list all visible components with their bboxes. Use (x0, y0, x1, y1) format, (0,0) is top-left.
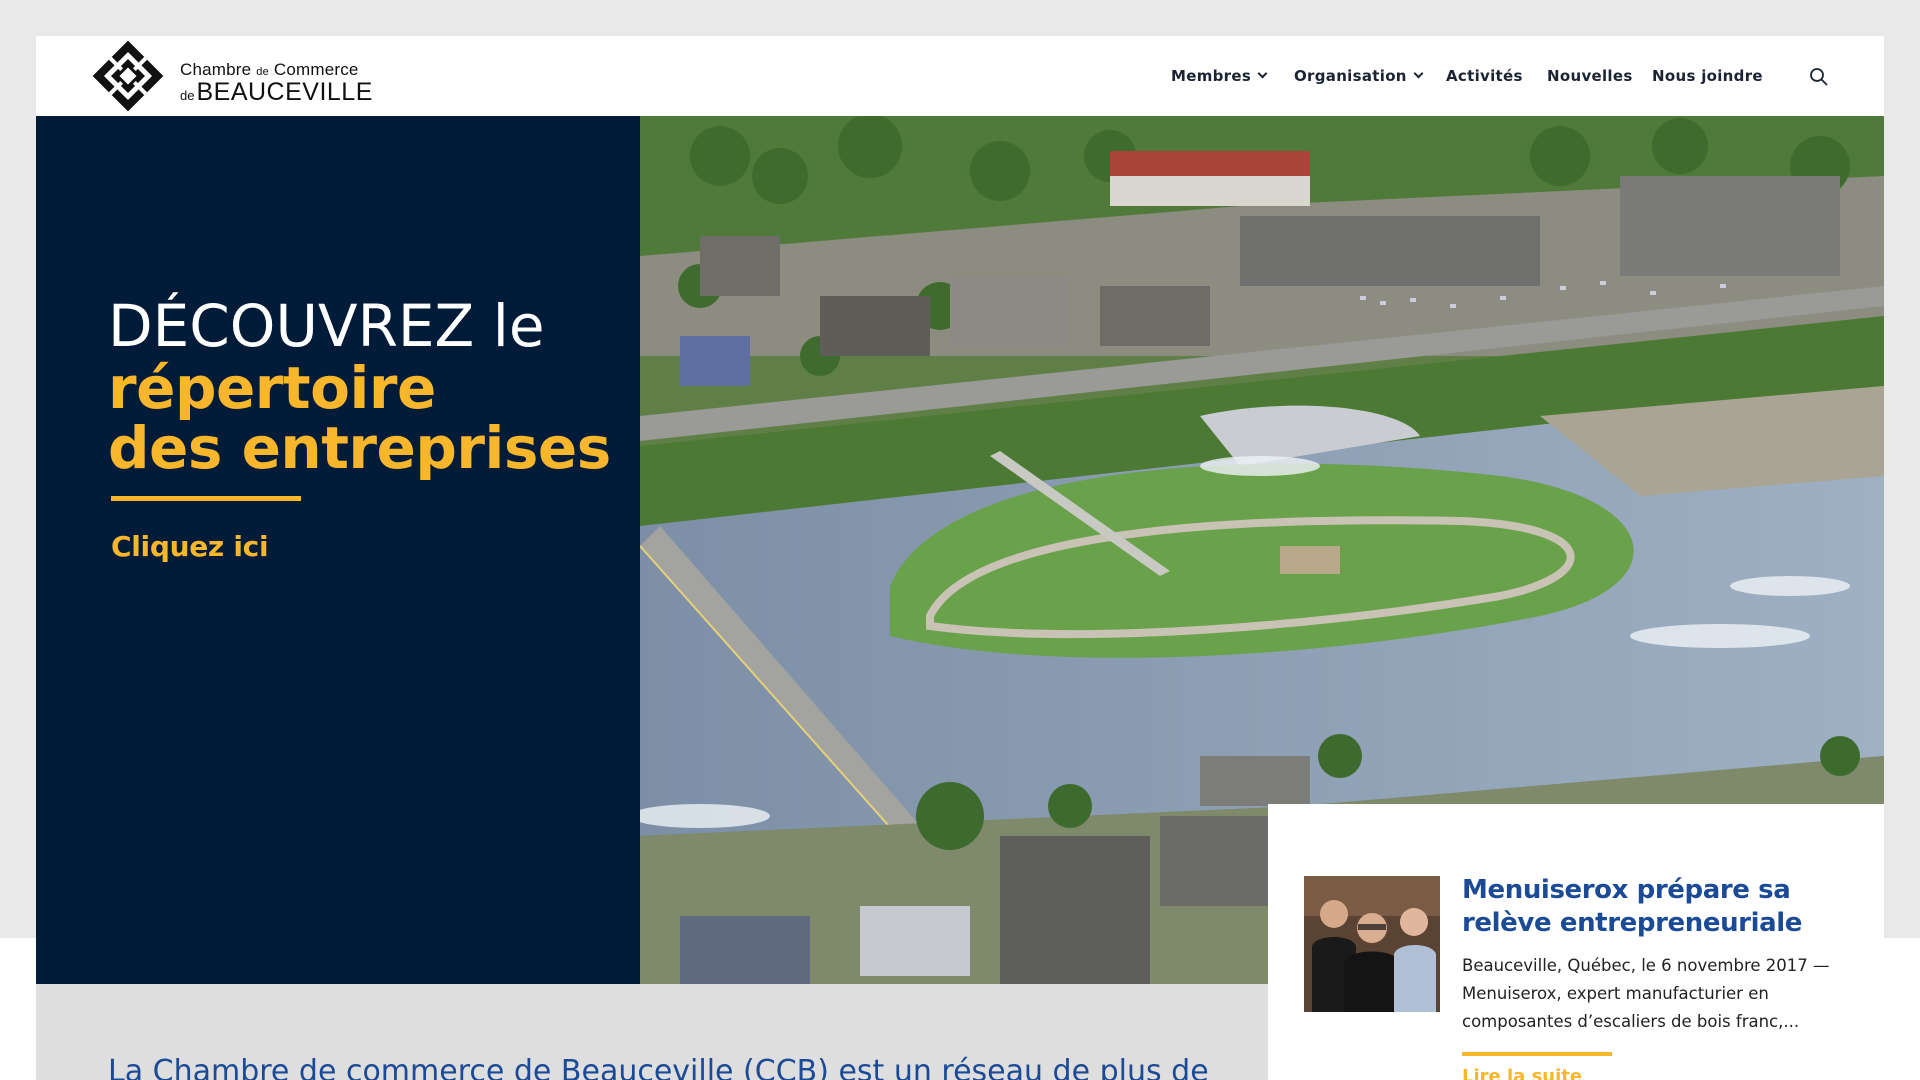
nav-item-organisation[interactable]: Organisation (1294, 36, 1424, 116)
hero-heading-line: des entreprises (108, 414, 611, 482)
nav-item-label: Nous joindre (1652, 67, 1763, 85)
hero-panel: DÉCOUVREZ le répertoire des entreprises … (36, 116, 640, 984)
nav-item-label: Nouvelles (1547, 67, 1633, 85)
nav-item-membres[interactable]: Membres (1171, 36, 1268, 116)
nav-item-label: Membres (1171, 67, 1252, 85)
news-title-link[interactable]: Menuiserox prépare sa relève entrepreneu… (1462, 874, 1862, 940)
hero-cta-link[interactable]: Cliquez ici (111, 530, 269, 563)
news-thumbnail[interactable] (1304, 876, 1440, 1012)
main-navigation: Membres Organisation Activités Nouvelles… (36, 36, 1884, 116)
news-card: Menuiserox prépare sa relève entrepreneu… (1268, 804, 1884, 1080)
intro-section: La Chambre de commerce de Beauceville (C… (36, 984, 1268, 1080)
chevron-down-icon (1257, 68, 1268, 79)
team-photo-image (1304, 876, 1440, 1012)
hero-divider (111, 496, 301, 501)
nav-item-nouvelles[interactable]: Nouvelles (1547, 36, 1633, 116)
intro-text: La Chambre de commerce de Beauceville (C… (108, 1054, 1209, 1080)
hero-heading-line: DÉCOUVREZ le (108, 292, 545, 360)
nav-item-activites[interactable]: Activités (1446, 36, 1523, 116)
search-icon[interactable] (1808, 66, 1830, 88)
read-more-link[interactable]: Lire la suite (1462, 1066, 1582, 1080)
site-header: Chambre de Commerce deBEAUCEVILLE Membre… (36, 36, 1884, 116)
nav-item-label: Organisation (1294, 67, 1407, 85)
chevron-down-icon (1413, 68, 1424, 79)
nav-item-label: Activités (1446, 67, 1523, 85)
nav-item-nous-joindre[interactable]: Nous joindre (1652, 36, 1763, 116)
news-divider (1462, 1052, 1612, 1056)
hero-heading: DÉCOUVREZ le répertoire des entreprises (108, 294, 611, 478)
hero-heading-line: répertoire (108, 354, 436, 422)
news-excerpt: Beauceville, Québec, le 6 novembre 2017 … (1462, 956, 1830, 1031)
